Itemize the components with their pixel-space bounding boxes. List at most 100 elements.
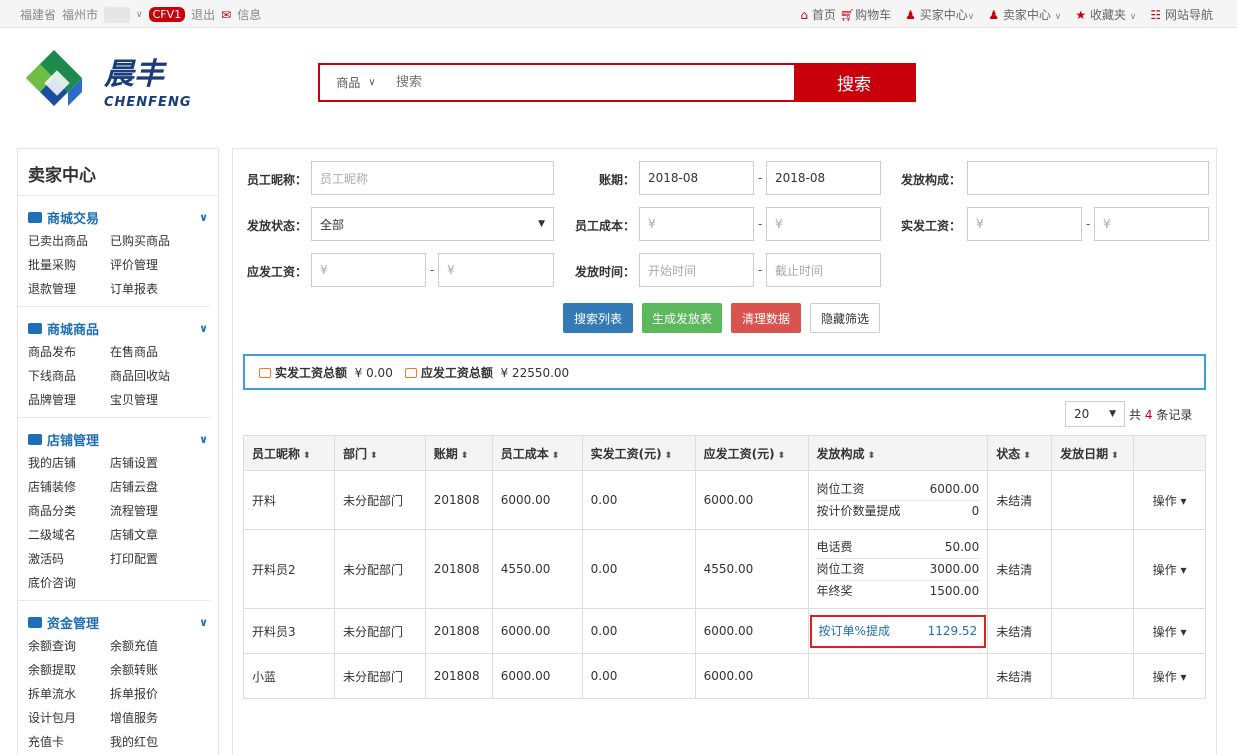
sidebar-item[interactable]: 余额查询 xyxy=(28,637,110,655)
sort-icon[interactable]: ⬍ xyxy=(665,451,673,461)
sidebar-item[interactable]: 批量采购 xyxy=(28,256,110,274)
logout-link[interactable]: 退出 xyxy=(191,6,215,23)
sidebar-section-header[interactable]: 店铺管理 ∨ xyxy=(28,430,210,449)
buyer-center-menu[interactable]: ♟ 买家中心∨ xyxy=(905,6,974,23)
sort-icon[interactable]: ⬍ xyxy=(461,451,469,461)
sidebar-item[interactable]: 店铺文章 xyxy=(110,526,200,544)
sidebar-item[interactable]: 增值服务 xyxy=(110,709,200,727)
composition-input[interactable] xyxy=(967,161,1209,195)
site-nav-menu[interactable]: ☷ 网站导航 xyxy=(1150,6,1213,23)
sidebar-item[interactable]: 流程管理 xyxy=(110,502,200,520)
sidebar-item[interactable]: 已购买商品 xyxy=(110,232,200,250)
sidebar-item[interactable]: 在售商品 xyxy=(110,343,200,361)
sidebar-item[interactable]: 店铺云盘 xyxy=(110,478,200,496)
column-header[interactable]: 发放日期 ⬍ xyxy=(1051,435,1135,471)
operation-dropdown[interactable]: 操作 ▾ xyxy=(1153,625,1187,639)
sort-icon[interactable]: ⬍ xyxy=(303,451,311,461)
issue-time-to-input[interactable]: 截止时间 xyxy=(766,253,881,287)
chevron-down-icon[interactable]: ∨ xyxy=(199,433,208,446)
sidebar-item[interactable]: 余额提取 xyxy=(28,661,110,679)
sidebar-item[interactable]: 底价咨询 xyxy=(28,574,110,592)
sort-icon[interactable]: ⬍ xyxy=(868,451,876,461)
cost-to-input[interactable]: ¥ xyxy=(766,207,881,241)
sort-icon[interactable]: ⬍ xyxy=(552,451,560,461)
sort-icon[interactable]: ⬍ xyxy=(1111,451,1119,461)
column-header[interactable]: 员工昵称 ⬍ xyxy=(243,435,335,471)
sort-icon[interactable]: ⬍ xyxy=(370,451,378,461)
home-link[interactable]: ⌂ 首页 xyxy=(800,6,835,23)
city-label[interactable]: 福州市 xyxy=(62,6,98,23)
chevron-down-icon[interactable]: ∨ xyxy=(199,322,208,335)
chevron-down-icon[interactable]: ∨ xyxy=(136,10,143,20)
sidebar-item[interactable]: 打印配置 xyxy=(110,550,200,568)
clear-data-button[interactable]: 清理数据 xyxy=(731,303,801,333)
sidebar-item[interactable]: 商品回收站 xyxy=(110,367,200,385)
search-button[interactable]: 搜索 xyxy=(794,65,914,100)
operation-dropdown[interactable]: 操作 ▾ xyxy=(1153,563,1187,577)
seller-center-menu[interactable]: ♟ 卖家中心 ∨ xyxy=(988,6,1061,23)
hide-filter-button[interactable]: 隐藏筛选 xyxy=(810,303,880,333)
sidebar-item[interactable]: 我的红包 xyxy=(110,733,200,751)
search-input[interactable] xyxy=(392,65,794,100)
favorites-menu[interactable]: ★ 收藏夹 ∨ xyxy=(1075,6,1136,23)
search-category-select[interactable]: 商品 ∨ xyxy=(320,65,392,100)
operation-dropdown[interactable]: 操作 ▾ xyxy=(1153,670,1187,684)
column-header[interactable]: 部门 ⬍ xyxy=(333,435,426,471)
chevron-down-icon[interactable]: ∨ xyxy=(199,616,208,629)
status-select[interactable]: 全部 ▼ xyxy=(311,207,554,241)
sidebar-item[interactable]: 商品分类 xyxy=(28,502,110,520)
sidebar-item[interactable]: 订单报表 xyxy=(110,280,200,298)
sidebar-item[interactable]: 店铺装修 xyxy=(28,478,110,496)
sidebar-item[interactable]: 二级域名 xyxy=(28,526,110,544)
sort-icon[interactable]: ⬍ xyxy=(778,451,786,461)
actual-total: 实发工资总额 ¥ 0.00 xyxy=(259,364,393,381)
column-header[interactable]: 状态 ⬍ xyxy=(987,435,1053,471)
sidebar-section-header[interactable]: 资金管理 ∨ xyxy=(28,613,210,632)
sidebar-item[interactable]: 宝贝管理 xyxy=(110,391,200,409)
province-label[interactable]: 福建省 xyxy=(20,6,56,23)
sidebar-item[interactable]: 品牌管理 xyxy=(28,391,110,409)
sidebar-item[interactable]: 充值卡 xyxy=(28,733,110,751)
period-from-input[interactable]: 2018-08 xyxy=(639,161,754,195)
sidebar-item[interactable]: 拆单报价 xyxy=(110,685,200,703)
issue-time-from-input[interactable]: 开始时间 xyxy=(639,253,754,287)
column-header[interactable]: 员工成本 ⬍ xyxy=(491,435,583,471)
site-logo[interactable]: 晨丰 CHENFENG xyxy=(18,46,213,118)
sidebar-item[interactable]: 余额充值 xyxy=(110,637,200,655)
sidebar-item[interactable]: 评价管理 xyxy=(110,256,200,274)
sidebar-section-header[interactable]: 商城交易 ∨ xyxy=(28,208,210,227)
sidebar-item[interactable]: 余额转账 xyxy=(110,661,200,679)
nickname-input[interactable]: 员工昵称 xyxy=(311,161,554,195)
sidebar-item[interactable]: 激活码 xyxy=(28,550,110,568)
generate-table-button[interactable]: 生成发放表 xyxy=(642,303,722,333)
operation-dropdown[interactable]: 操作 ▾ xyxy=(1153,494,1187,508)
sidebar-item[interactable]: 拆单流水 xyxy=(28,685,110,703)
sidebar-item[interactable]: 退款管理 xyxy=(28,280,110,298)
chevron-down-icon[interactable]: ∨ xyxy=(199,211,208,224)
sort-icon[interactable]: ⬍ xyxy=(1023,451,1031,461)
message-link[interactable]: 信息 xyxy=(237,6,261,23)
sidebar-item[interactable]: 已卖出商品 xyxy=(28,232,110,250)
actual-wage-from-input[interactable]: ¥ xyxy=(967,207,1082,241)
column-header[interactable]: 实发工资(元) ⬍ xyxy=(581,435,696,471)
sidebar-item[interactable]: 我的店铺 xyxy=(28,454,110,472)
sidebar-item[interactable]: 店铺设置 xyxy=(110,454,200,472)
search-list-button[interactable]: 搜索列表 xyxy=(563,303,633,333)
home-icon xyxy=(28,434,42,445)
composition-list[interactable]: 按订单%提成 1129.52 xyxy=(809,614,987,648)
sidebar-section-header[interactable]: 商城商品 ∨ xyxy=(28,319,210,338)
cost-from-input[interactable]: ¥ xyxy=(639,207,754,241)
sidebar-item[interactable]: 商品发布 xyxy=(28,343,110,361)
actual-wage-to-input[interactable]: ¥ xyxy=(1094,207,1209,241)
page-size-select[interactable]: 20 ▼ xyxy=(1065,401,1125,427)
due-wage-from-input[interactable]: ¥ xyxy=(311,253,426,287)
column-header[interactable]: 应发工资(元) ⬍ xyxy=(694,435,809,471)
due-wage-to-input[interactable]: ¥ xyxy=(438,253,554,287)
column-header[interactable]: 账期 ⬍ xyxy=(424,435,493,471)
period-to-input[interactable]: 2018-08 xyxy=(766,161,881,195)
sidebar-item[interactable]: 设计包月 xyxy=(28,709,110,727)
cart-link[interactable]: 🛒︎购物车 xyxy=(840,6,891,23)
cell-actual: 0.00 xyxy=(581,470,696,530)
column-header[interactable]: 发放构成 ⬍ xyxy=(807,435,989,471)
sidebar-item[interactable]: 下线商品 xyxy=(28,367,110,385)
